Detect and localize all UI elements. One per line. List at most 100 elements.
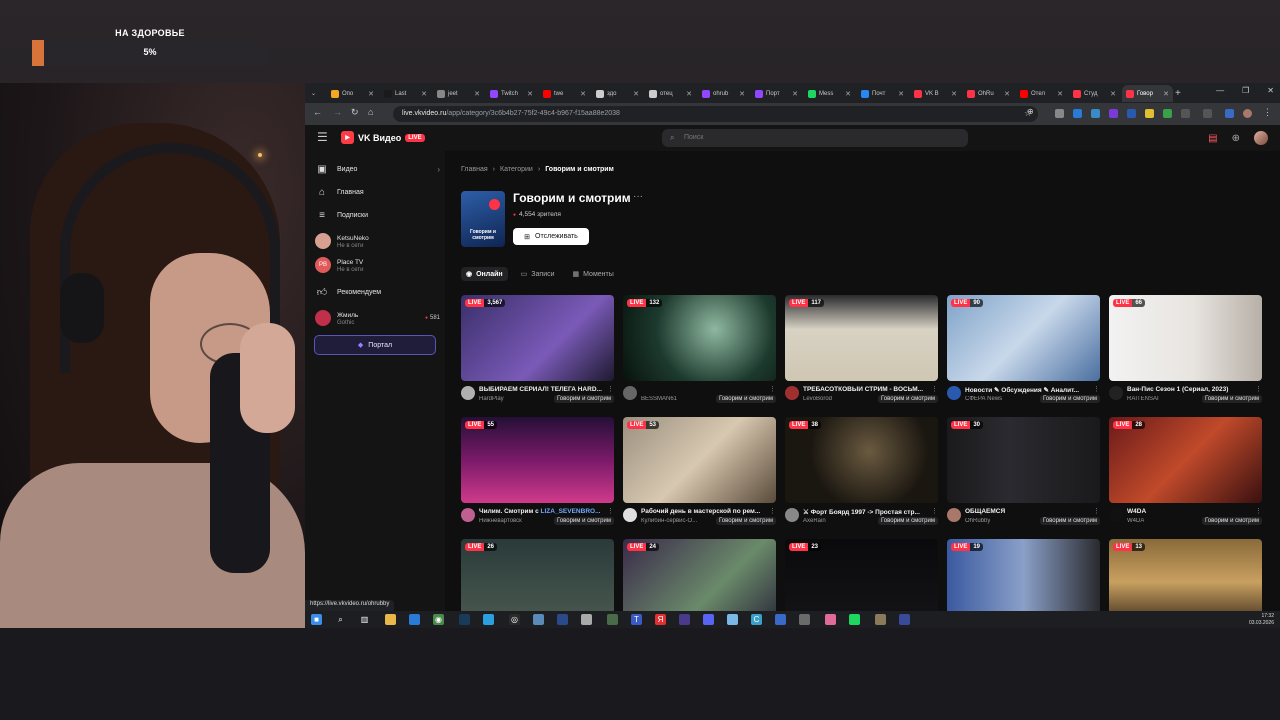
more-options-icon[interactable]: ⋮ (1093, 385, 1100, 393)
stream-thumbnail[interactable]: LIVE 53 (623, 417, 776, 503)
maximize-icon[interactable]: ❐ (1242, 86, 1249, 95)
c-icon[interactable]: C (751, 614, 762, 625)
extension-icon[interactable] (1091, 109, 1100, 118)
stream-title[interactable]: Чилим. Смотрим с LIZA_SEVENBRO... (479, 508, 607, 515)
app5-icon[interactable] (799, 614, 810, 625)
tab-close-icon[interactable]: ✕ (845, 90, 851, 98)
stream-title[interactable]: ⚔ Форт Боярд 1997 -> Простая стр... (803, 508, 931, 516)
channel-avatar[interactable] (1109, 508, 1123, 522)
stream-card[interactable]: LIVE 117 ТРЕБАСОТКОВЫЙ СТРИМ - ВОСЬМ... Lev… (785, 295, 938, 411)
tab-close-icon[interactable]: ✕ (527, 90, 533, 98)
stream-thumbnail[interactable]: LIVE 3,567 (461, 295, 614, 381)
stream-title[interactable]: Рабочий день в мастерской по рем... (641, 508, 769, 515)
obs-icon[interactable]: ◎ (509, 614, 520, 625)
sidebar-item-recommended[interactable]: 👍︎ Рекомендуем (315, 282, 440, 302)
chrome-icon[interactable]: ◉ (433, 614, 444, 625)
channel-name[interactable]: AxeRain (803, 518, 826, 524)
stream-card[interactable]: LIVE 3,567 ВЫБИРАЕМ СЕРИАЛ! ТЕЛЕГА HARD...… (461, 295, 614, 411)
browser-tab[interactable]: Порт ✕ (751, 85, 802, 102)
more-options-icon[interactable]: ⋮ (607, 385, 614, 393)
stream-card[interactable]: LIVE 90 Новости ✎ Обсуждения ✎ Аналит... СФ… (947, 295, 1100, 411)
reload-icon[interactable]: ↻ (351, 107, 359, 118)
browser-menu-icon[interactable]: ⋮ (1263, 107, 1272, 118)
photos-icon[interactable] (825, 614, 836, 625)
tab-close-icon[interactable]: ✕ (951, 90, 957, 98)
channel-name[interactable]: СФЕРА News (965, 396, 1002, 402)
channel-name[interactable]: Кулибин-сервис-О... (641, 518, 697, 524)
task-view-icon[interactable]: ▥ (359, 614, 370, 625)
stream-title[interactable]: Ван-Пис Сезон 1 (Сериал, 2023) (1127, 386, 1255, 393)
lc-icon[interactable] (557, 614, 568, 625)
tab-close-icon[interactable]: ✕ (1163, 90, 1169, 98)
tab-close-icon[interactable]: ✕ (1110, 90, 1116, 98)
home-icon[interactable]: ⌂ (368, 107, 373, 117)
more-options-icon[interactable]: ⋮ (931, 385, 938, 393)
stream-title[interactable]: ВЫБИРАЕМ СЕРИАЛ! ТЕЛЕГА HARD... (479, 386, 607, 393)
category-tag[interactable]: Говорим и смотрим (1201, 395, 1262, 403)
browser-tab[interactable]: Last ✕ (380, 85, 431, 102)
extension-icon[interactable] (1145, 109, 1154, 118)
stream-thumbnail[interactable]: LIVE 132 (623, 295, 776, 381)
more-options-icon[interactable]: ··· (633, 191, 643, 202)
tab-search-menu[interactable]: ⌄ (307, 85, 323, 102)
channel-avatar[interactable] (1109, 386, 1123, 400)
sidebar-channel-placetv[interactable]: PB Place TV Не в сети (315, 254, 440, 276)
app3-icon[interactable] (679, 614, 690, 625)
stream-title[interactable]: ОБЩАЕМСЯ (965, 508, 1093, 515)
category-tag[interactable]: Говорим и смотрим (877, 395, 938, 403)
extension-icon[interactable] (1109, 109, 1118, 118)
tab-close-icon[interactable]: ✕ (739, 90, 745, 98)
extension-icon[interactable] (1163, 109, 1172, 118)
browser-tab[interactable]: Twitch ✕ (486, 85, 537, 102)
search-input[interactable]: ⌕ Поиск (662, 129, 968, 147)
stream-thumbnail[interactable]: LIVE 28 (1109, 417, 1262, 503)
category-tag[interactable]: Говорим и смотрим (1039, 517, 1100, 525)
browser-tab[interactable]: Студ ✕ (1069, 85, 1120, 102)
channel-name[interactable]: OhRubby (965, 518, 990, 524)
browser-tab[interactable]: Почт ✕ (857, 85, 908, 102)
channel-avatar[interactable] (785, 508, 799, 522)
tab-records[interactable]: ▭ Записи (516, 267, 560, 281)
forward-arrow-icon[interactable]: → (333, 107, 342, 117)
category-tag[interactable]: Говорим и смотрим (877, 517, 938, 525)
tab-close-icon[interactable]: ✕ (792, 90, 798, 98)
channel-name[interactable]: BESSMAN61 (641, 396, 677, 402)
stream-card[interactable]: LIVE 132 BESSMAN61 Говорим и смотрим ⋮ (623, 295, 776, 411)
browser-tab[interactable]: OhRu ✕ (963, 85, 1014, 102)
channel-avatar[interactable] (947, 508, 961, 522)
channel-avatar[interactable] (461, 386, 475, 400)
user-avatar[interactable] (1254, 131, 1268, 145)
tab-close-icon[interactable]: ✕ (580, 90, 586, 98)
breadcrumb-home[interactable]: Главная (461, 166, 488, 173)
url-field[interactable]: live.vkvideo.ru/app/category/3c6b4b27-75… (393, 106, 1038, 122)
stats-icon[interactable] (775, 614, 786, 625)
channel-name[interactable]: Нижневартовск (479, 518, 522, 524)
extension-icon[interactable] (1181, 109, 1190, 118)
more-options-icon[interactable]: ⋮ (1255, 507, 1262, 515)
channel-avatar[interactable] (623, 386, 637, 400)
yandex-icon[interactable]: Я (655, 614, 666, 625)
sidebar-channel-zhmil[interactable]: Жмиль Gothic 581 (315, 307, 440, 329)
stream-card[interactable]: LIVE 38 ⚔ Форт Боярд 1997 -> Простая стр..… (785, 417, 938, 533)
follow-button[interactable]: ⊞ Отслеживать (513, 228, 589, 245)
windows-icon[interactable]: ■ (311, 614, 322, 625)
extension-icon[interactable] (1073, 109, 1082, 118)
zoom-icon[interactable]: ⊕ (1027, 107, 1034, 116)
tab-close-icon[interactable]: ✕ (368, 90, 374, 98)
stream-title[interactable]: ТРЕБАСОТКОВЫЙ СТРИМ - ВОСЬМ... (803, 386, 931, 393)
browser-tab[interactable]: Отел ✕ (1016, 85, 1067, 102)
tab-close-icon[interactable]: ✕ (898, 90, 904, 98)
channel-avatar[interactable] (623, 508, 637, 522)
stream-card[interactable]: LIVE 55 Чилим. Смотрим с LIZA_SEVENBRO... Н… (461, 417, 614, 533)
sidebar-item-home[interactable]: ⌂ Главная (315, 182, 440, 202)
stream-card[interactable]: LIVE 30 ОБЩАЕМСЯ OhRubby Говорим и смотрим ⋮ (947, 417, 1100, 533)
more-options-icon[interactable]: ⋮ (1093, 507, 1100, 515)
browser-tab[interactable]: twe ✕ (539, 85, 590, 102)
mail-icon[interactable] (409, 614, 420, 625)
sidebar-item-video[interactable]: ▣ Видео › (315, 159, 440, 179)
tab-moments[interactable]: ▦ Моменты (568, 267, 619, 281)
tab-close-icon[interactable]: ✕ (633, 90, 639, 98)
category-tag[interactable]: Говорим и смотрим (715, 517, 776, 525)
stream-thumbnail[interactable]: LIVE 55 (461, 417, 614, 503)
sidebar-channel-ketsuneko[interactable]: KetsuNeko Не в сети (315, 230, 440, 252)
